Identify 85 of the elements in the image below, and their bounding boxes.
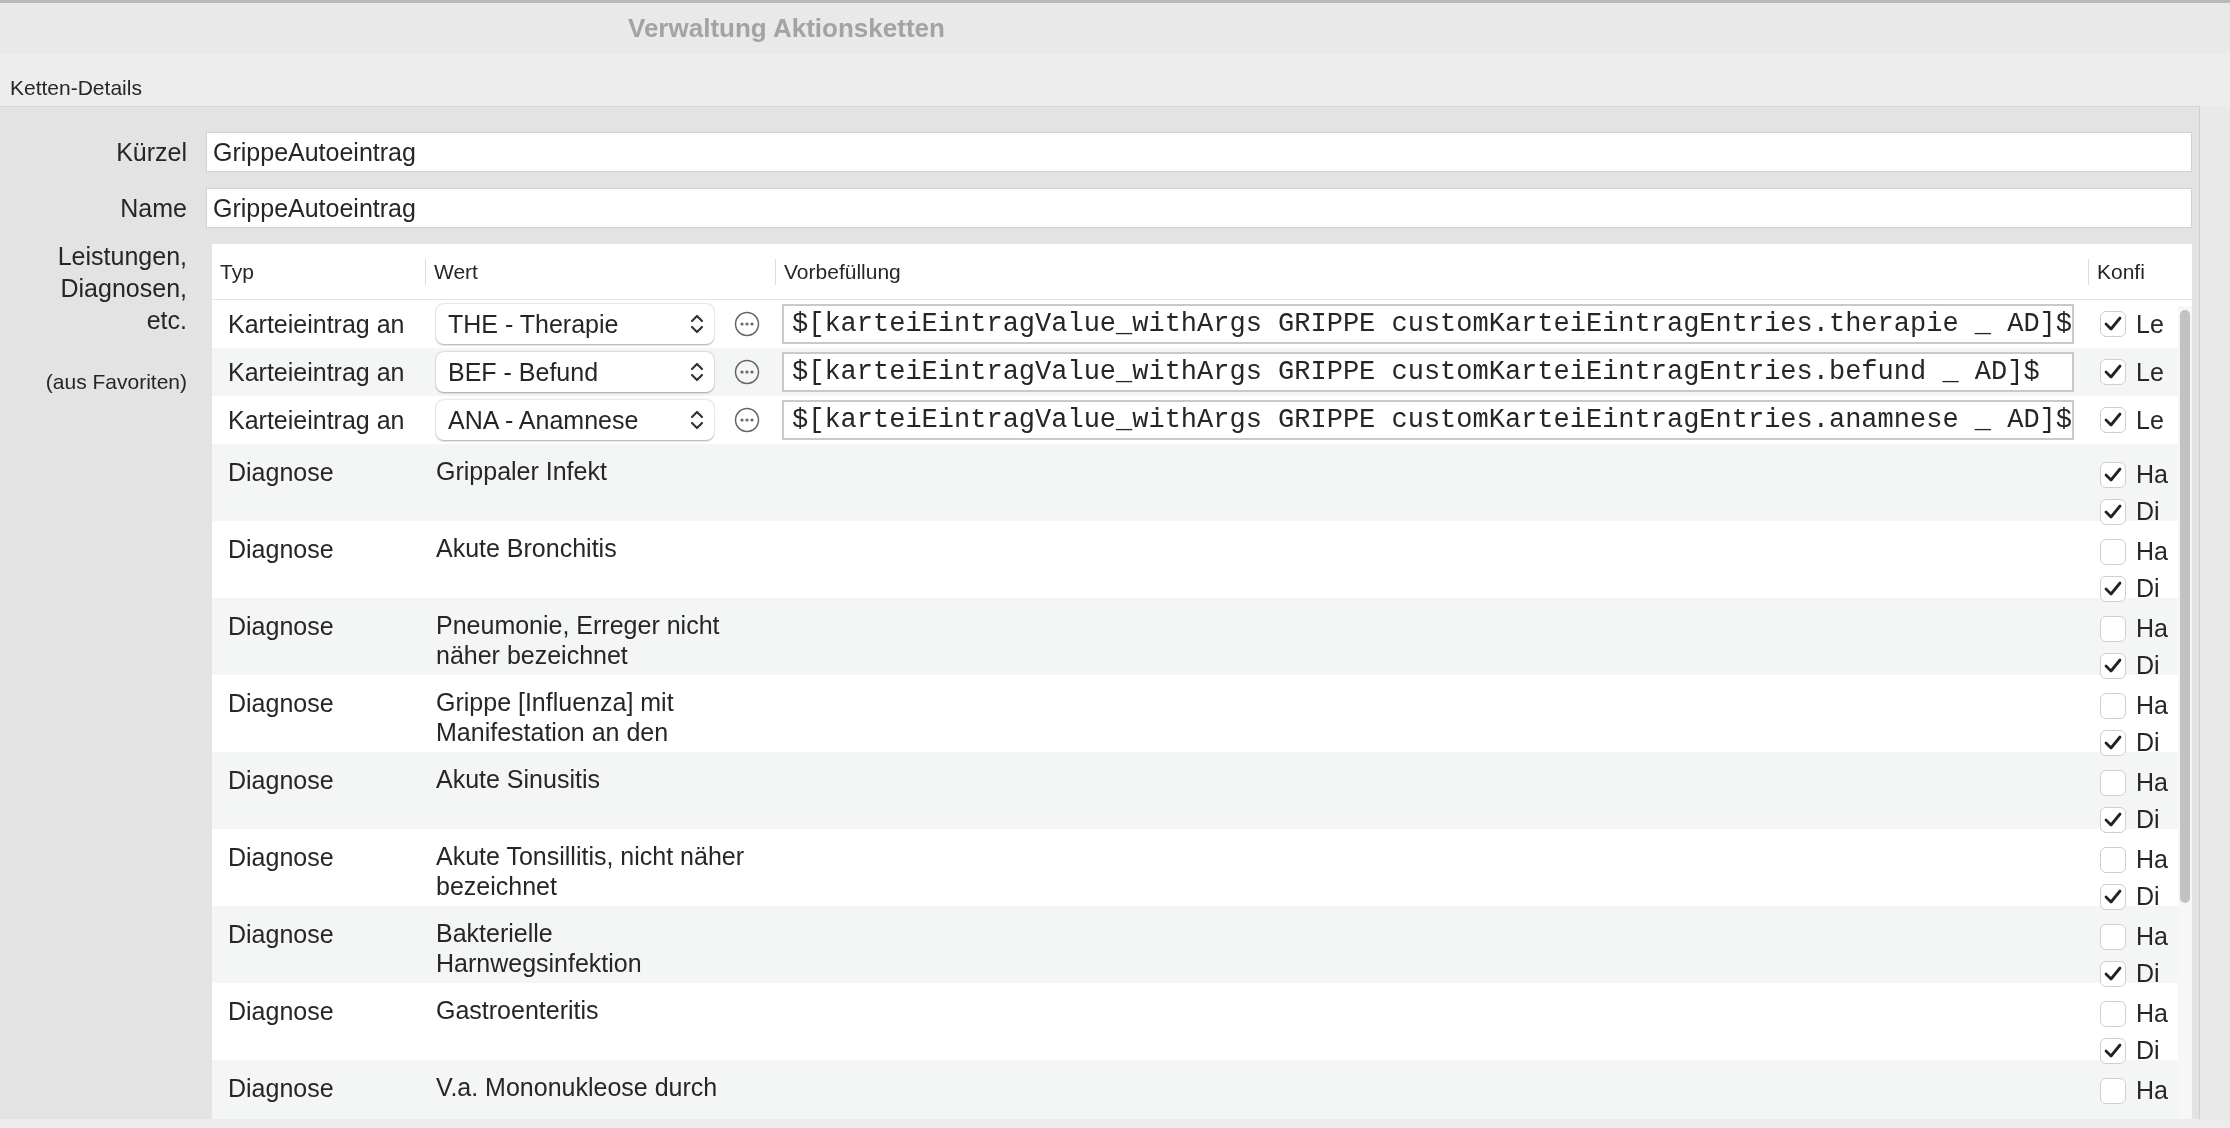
checkbox[interactable] xyxy=(2100,692,2126,719)
checkbox[interactable] xyxy=(2100,923,2126,950)
checkbox-label: Ha xyxy=(2136,460,2168,489)
column-header[interactable]: Konfi xyxy=(2088,258,2168,285)
table-cell-text: Grippe [Influenza] mit Manifestation an den xyxy=(436,687,675,747)
checkbox-label: Ha xyxy=(2136,922,2168,951)
checkbox-label: Ha xyxy=(2136,691,2168,720)
checkbox[interactable] xyxy=(2100,311,2126,337)
field-label: Name xyxy=(119,193,188,223)
table-cell: Diagnose xyxy=(228,458,334,486)
window-title: Verwaltung Aktionsketten xyxy=(628,13,945,44)
table-cell-text: Gastroenteritis xyxy=(436,995,600,1025)
column-header[interactable]: Vorbefüllung xyxy=(775,258,2088,285)
section-title: Ketten-Details xyxy=(10,76,142,100)
table-cell: Diagnose xyxy=(228,920,334,948)
value-dropdown[interactable]: ANA - Anamnese xyxy=(436,400,714,440)
input-field[interactable]: GrippeAutoeintrag xyxy=(206,132,2192,172)
checkbox[interactable] xyxy=(2100,575,2126,602)
table-cell: Diagnose xyxy=(228,612,334,640)
note-text: (aus Favoriten) xyxy=(45,370,187,394)
checkbox[interactable] xyxy=(2100,461,2126,488)
checkbox-label: Le xyxy=(2136,357,2164,387)
more-icon[interactable] xyxy=(734,359,760,385)
checkbox[interactable] xyxy=(2100,1037,2126,1064)
checkbox-label: Le xyxy=(2136,405,2164,435)
checkbox-label: Ha xyxy=(2136,537,2168,566)
table-cell-text: Pneumonie, Erreger nicht näher bezeichnet xyxy=(436,610,721,670)
prefill-field[interactable]: $[karteiEintragValue_withArgs GRIPPE customKarteiEintragEntries.anamnese _ AD]$ xyxy=(782,400,2074,440)
checkbox-label: Le xyxy=(2136,309,2164,339)
checkbox[interactable] xyxy=(2100,729,2126,756)
checkbox-label: Di xyxy=(2136,574,2160,603)
checkbox-label: Ha xyxy=(2136,845,2168,874)
field-label: Kürzel xyxy=(115,137,188,167)
value-dropdown[interactable]: THE - Therapie xyxy=(436,304,714,344)
checkbox[interactable] xyxy=(2100,615,2126,642)
table-cell-text: Akute Sinusitis xyxy=(436,764,601,794)
checkbox[interactable] xyxy=(2100,960,2126,987)
more-icon[interactable] xyxy=(734,311,760,337)
table-cell-text: V.a. Mononukleose durch xyxy=(436,1072,719,1102)
checkbox-label: Di xyxy=(2136,728,2160,757)
table-cell: Diagnose xyxy=(228,1074,334,1102)
checkbox[interactable] xyxy=(2100,359,2126,385)
table-cell: Diagnose xyxy=(228,843,334,871)
checkbox[interactable] xyxy=(2100,538,2126,565)
checkbox[interactable] xyxy=(2100,1077,2126,1104)
checkbox-label: Di xyxy=(2136,882,2160,911)
table-cell: Diagnose xyxy=(228,689,334,717)
table-cell-text: Akute Tonsillitis, nicht näher bezeichnet xyxy=(436,841,746,901)
table-cell-text: Akute Bronchitis xyxy=(436,533,618,563)
table-cell: Diagnose xyxy=(228,997,334,1025)
checkbox[interactable] xyxy=(2100,498,2126,525)
table-cell-text: Grippaler Infekt xyxy=(436,456,608,486)
checkbox-label: Ha xyxy=(2136,768,2168,797)
checkbox-label: Ha xyxy=(2136,999,2168,1028)
prefill-field[interactable]: $[karteiEintragValue_withArgs GRIPPE customKarteiEintragEntries.befund _ AD]$ xyxy=(782,352,2074,392)
checkbox-label: Di xyxy=(2136,959,2160,988)
column-header[interactable]: Typ xyxy=(212,258,425,285)
table-cell: Diagnose xyxy=(228,535,334,563)
checkbox-label: Di xyxy=(2136,651,2160,680)
prefill-field[interactable]: $[karteiEintragValue_withArgs GRIPPE customKarteiEintragEntries.therapie _ AD]$ xyxy=(782,304,2074,344)
checkbox[interactable] xyxy=(2100,846,2126,873)
column-header[interactable]: Wert xyxy=(425,258,775,285)
checkbox[interactable] xyxy=(2100,1000,2126,1027)
checkbox[interactable] xyxy=(2100,883,2126,910)
checkbox[interactable] xyxy=(2100,769,2126,796)
table-cell: Karteieintrag an xyxy=(228,405,405,434)
checkbox[interactable] xyxy=(2100,652,2126,679)
checkbox[interactable] xyxy=(2100,407,2126,433)
table-cell: Diagnose xyxy=(228,766,334,794)
checkbox-label: Di xyxy=(2136,497,2160,526)
checkbox-label: Di xyxy=(2136,805,2160,834)
checkbox[interactable] xyxy=(2100,806,2126,833)
chevron-updown-icon xyxy=(690,313,704,335)
table-cell: Karteieintrag an xyxy=(228,357,405,386)
chevron-updown-icon xyxy=(690,361,704,383)
field-label: Leistungen, Diagnosen, etc. xyxy=(56,241,187,336)
input-field[interactable]: GrippeAutoeintrag xyxy=(206,188,2192,228)
chevron-updown-icon xyxy=(690,409,704,431)
checkbox-label: Ha xyxy=(2136,1076,2168,1105)
table-cell: Karteieintrag an xyxy=(228,309,405,338)
more-icon[interactable] xyxy=(734,407,760,433)
checkbox-label: Di xyxy=(2136,1036,2160,1065)
value-dropdown[interactable]: BEF - Befund xyxy=(436,352,714,392)
checkbox-label: Ha xyxy=(2136,614,2168,643)
table-cell-text: Bakterielle Harnwegsinfektion xyxy=(436,918,643,978)
